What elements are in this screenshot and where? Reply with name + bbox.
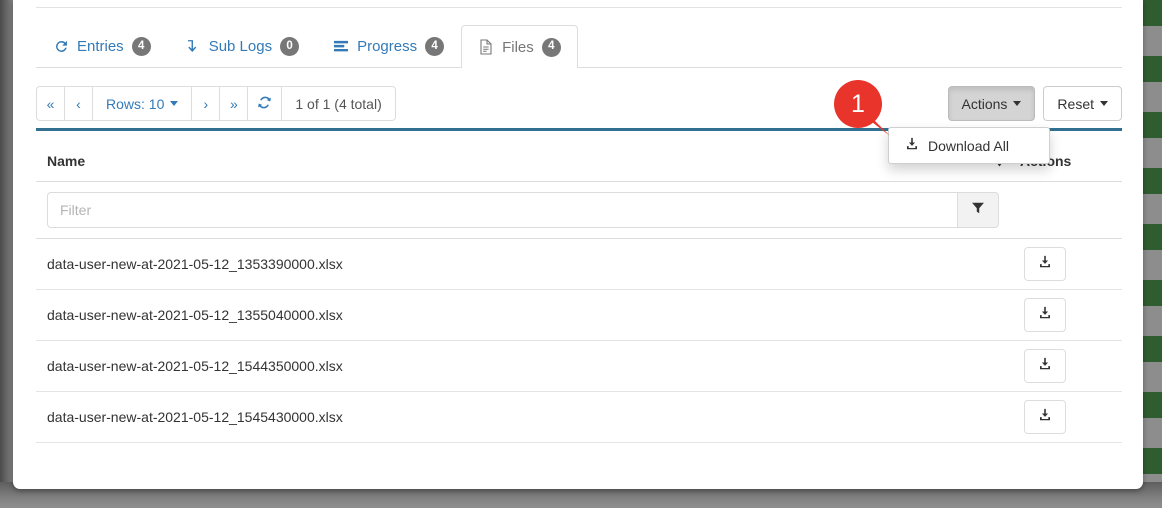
download-icon — [1038, 306, 1052, 325]
download-file-button[interactable] — [1024, 247, 1066, 281]
desktop-stripe-pattern — [1140, 0, 1162, 508]
chevron-down-icon — [1100, 101, 1108, 106]
app-panel: Entries 4 Sub Logs 0 — [13, 0, 1143, 489]
table-row: data-user-new-at-2021-05-12_1353390000.x… — [36, 239, 1122, 290]
first-page-button[interactable]: « — [36, 86, 64, 121]
table-row: data-user-new-at-2021-05-12_1545430000.x… — [36, 392, 1122, 443]
file-name-cell: data-user-new-at-2021-05-12_1353390000.x… — [36, 256, 1010, 272]
tab-sub-logs-badge: 0 — [280, 37, 299, 56]
actions-dropdown-button[interactable]: Actions — [948, 86, 1036, 121]
column-header-name: Name — [36, 153, 988, 169]
file-actions-cell — [1010, 298, 1122, 332]
download-icon — [1038, 357, 1052, 376]
download-icon — [1038, 408, 1052, 427]
tab-bar: Entries 4 Sub Logs 0 — [36, 24, 1122, 68]
download-file-button[interactable] — [1024, 298, 1066, 332]
filter-apply-button[interactable] — [957, 192, 999, 228]
files-table: Name Actions — [36, 140, 1122, 443]
toolbar-right-buttons: Actions Reset — [948, 86, 1123, 121]
reset-dropdown-button[interactable]: Reset — [1043, 86, 1122, 121]
menu-item-download-all-label: Download All — [928, 138, 1009, 154]
file-actions-cell — [1010, 247, 1122, 281]
rows-per-page-dropdown[interactable]: Rows: 10 — [92, 86, 191, 121]
actions-dropdown-menu: Download All — [888, 127, 1050, 164]
desktop-left-gutter — [0, 0, 14, 508]
refresh-button[interactable] — [247, 86, 281, 121]
top-divider — [36, 7, 1122, 8]
screen-root: Entries 4 Sub Logs 0 — [0, 0, 1162, 508]
download-icon — [1038, 255, 1052, 274]
download-arrow-icon — [185, 39, 201, 55]
filter-control — [47, 192, 999, 228]
chevron-down-icon — [170, 101, 178, 106]
file-actions-cell — [1010, 400, 1122, 434]
download-icon — [905, 137, 919, 154]
tab-sub-logs-label: Sub Logs — [209, 38, 272, 55]
tab-sub-logs[interactable]: Sub Logs 0 — [168, 25, 316, 67]
file-name-cell: data-user-new-at-2021-05-12_1544350000.x… — [36, 358, 1010, 374]
table-filter-row — [36, 182, 1122, 239]
download-file-button[interactable] — [1024, 349, 1066, 383]
chevron-down-icon — [1013, 101, 1021, 106]
refresh-icon — [257, 95, 272, 113]
file-actions-cell — [1010, 349, 1122, 383]
tab-entries-badge: 4 — [132, 37, 151, 56]
prev-page-button[interactable]: ‹ — [64, 86, 92, 121]
rows-per-page-label: Rows: 10 — [106, 96, 164, 112]
file-name-cell: data-user-new-at-2021-05-12_1545430000.x… — [36, 409, 1010, 425]
history-icon — [53, 39, 69, 55]
filter-input[interactable] — [47, 192, 957, 228]
tab-entries[interactable]: Entries 4 — [36, 25, 168, 67]
actions-button-label: Actions — [962, 96, 1008, 112]
tab-progress-badge: 4 — [425, 37, 444, 56]
table-row: data-user-new-at-2021-05-12_1355040000.x… — [36, 290, 1122, 341]
next-page-button[interactable]: › — [191, 86, 219, 121]
file-icon — [478, 39, 494, 55]
pagination-group: « ‹ Rows: 10 › » 1 of 1 (4 total) — [36, 86, 396, 121]
tab-files[interactable]: Files 4 — [461, 25, 578, 68]
tab-files-label: Files — [502, 39, 534, 56]
menu-item-download-all[interactable]: Download All — [889, 133, 1049, 158]
tab-progress[interactable]: Progress 4 — [316, 25, 461, 67]
download-file-button[interactable] — [1024, 400, 1066, 434]
last-page-button[interactable]: » — [219, 86, 247, 121]
tasks-icon — [333, 39, 349, 55]
file-name-cell: data-user-new-at-2021-05-12_1355040000.x… — [36, 307, 1010, 323]
funnel-icon — [971, 201, 985, 220]
tab-files-badge: 4 — [542, 38, 561, 57]
table-row: data-user-new-at-2021-05-12_1544350000.x… — [36, 341, 1122, 392]
tab-progress-label: Progress — [357, 38, 417, 55]
tab-entries-label: Entries — [77, 38, 124, 55]
reset-button-label: Reset — [1057, 96, 1094, 112]
table-toolbar: « ‹ Rows: 10 › » 1 of 1 (4 total) — [36, 86, 1122, 121]
page-status-label: 1 of 1 (4 total) — [281, 86, 395, 121]
